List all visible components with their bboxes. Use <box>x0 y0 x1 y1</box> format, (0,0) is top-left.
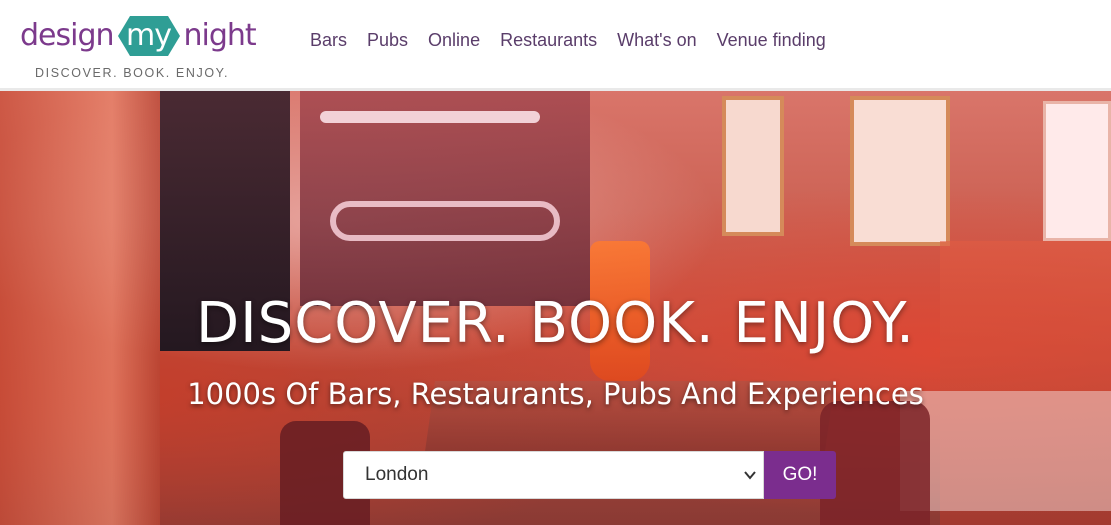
logo-text-my: my <box>126 17 172 53</box>
site-header: design my night DISCOVER. BOOK. ENJOY. B… <box>0 0 1111 91</box>
logo-text-night: night <box>183 18 257 53</box>
hero-bg-neon-window <box>300 91 590 306</box>
nav-item-pubs[interactable]: Pubs <box>367 30 408 51</box>
hero-bg-neon-sign <box>330 201 560 241</box>
city-search-form: London GO! <box>343 451 836 499</box>
main-nav: Bars Pubs Online Restaurants What's on V… <box>310 30 846 51</box>
hero-subtitle: 1000s Of Bars, Restaurants, Pubs And Exp… <box>187 377 924 411</box>
nav-item-online[interactable]: Online <box>428 30 480 51</box>
logo-tagline: DISCOVER. BOOK. ENJOY. <box>35 66 230 80</box>
hero-bg-chair <box>820 401 930 525</box>
nav-item-whats-on[interactable]: What's on <box>617 30 696 51</box>
nav-item-venue-finding[interactable]: Venue finding <box>717 30 826 51</box>
city-select-value: London <box>365 464 429 485</box>
city-select[interactable]: London <box>343 451 764 499</box>
hero-bg-neon-sign <box>320 111 540 123</box>
hero-banner: DISCOVER. BOOK. ENJOY. 1000s Of Bars, Re… <box>0 91 1111 525</box>
hero-bg-poster <box>1043 101 1111 241</box>
nav-item-bars[interactable]: Bars <box>310 30 347 51</box>
chevron-down-icon <box>744 471 756 480</box>
hero-bg-picture-frame <box>850 96 950 246</box>
logo-wordmark: design my night <box>20 12 257 60</box>
site-logo[interactable]: design my night DISCOVER. BOOK. ENJOY. <box>20 8 257 80</box>
hexagon-icon: my <box>116 14 182 58</box>
go-button[interactable]: GO! <box>764 451 836 499</box>
hero-bg-picture-frame <box>722 96 784 236</box>
hero-title: DISCOVER. BOOK. ENJOY. <box>196 291 915 356</box>
logo-text-design: design <box>20 18 115 53</box>
nav-item-restaurants[interactable]: Restaurants <box>500 30 597 51</box>
